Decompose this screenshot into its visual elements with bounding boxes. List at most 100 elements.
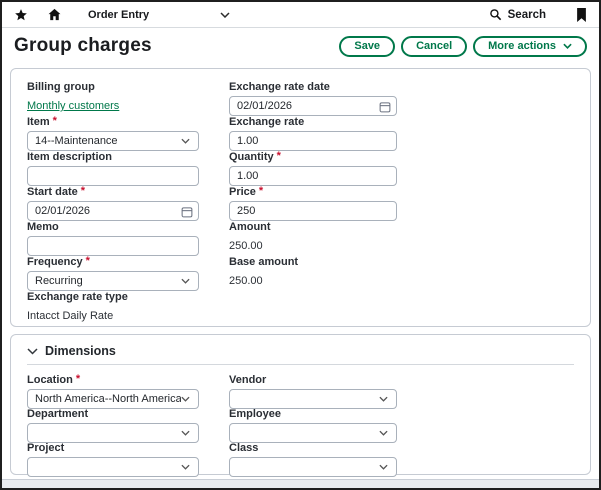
project-select[interactable] [27, 457, 199, 477]
frequency-select-value: Recurring [35, 275, 83, 287]
calendar-icon[interactable] [379, 100, 391, 118]
billing-group-label: Billing group [27, 81, 95, 93]
chevron-down-icon [181, 138, 190, 144]
save-button-label: Save [354, 40, 380, 52]
field-price: Price * [229, 186, 397, 221]
required-marker: * [277, 151, 281, 161]
required-marker: * [81, 186, 85, 196]
field-project: Project [27, 442, 199, 476]
field-vendor: Vendor [229, 374, 397, 408]
bookmark-icon[interactable] [576, 8, 587, 22]
base-amount-label: Base amount [229, 256, 298, 268]
dimensions-card: Dimensions Location * North America--Nor… [10, 334, 591, 475]
field-start-date: Start date * [27, 186, 199, 221]
chevron-down-icon [379, 396, 388, 402]
project-label: Project [27, 442, 64, 454]
price-label: Price [229, 186, 256, 198]
field-quantity: Quantity * [229, 151, 397, 186]
chevron-down-icon [220, 12, 230, 18]
employee-select[interactable] [229, 423, 397, 443]
exchange-rate-date-label: Exchange rate date [229, 81, 330, 93]
application-menu[interactable]: Order Entry [88, 9, 230, 21]
amount-value: 250.00 [229, 236, 397, 252]
class-select[interactable] [229, 457, 397, 477]
field-exchange-rate-date: Exchange rate date [229, 81, 397, 116]
class-label: Class [229, 442, 258, 454]
topbar: Order Entry Search [2, 2, 599, 28]
cancel-button-label: Cancel [416, 40, 452, 52]
vendor-label: Vendor [229, 374, 266, 386]
content-area: Billing group Monthly customers Exchange… [2, 66, 599, 475]
calendar-icon[interactable] [181, 205, 193, 223]
exchange-rate-type-label: Exchange rate type [27, 291, 128, 303]
chevron-down-icon [181, 430, 190, 436]
field-item-description: Item description [27, 151, 199, 186]
item-description-label: Item description [27, 151, 112, 163]
quantity-input[interactable] [229, 166, 397, 186]
field-billing-group: Billing group Monthly customers [27, 81, 199, 116]
employee-label: Employee [229, 408, 281, 420]
chevron-down-icon [181, 278, 190, 284]
item-description-input[interactable] [27, 166, 199, 186]
frequency-select[interactable]: Recurring [27, 271, 199, 291]
chevron-down-icon [379, 464, 388, 470]
field-amount: Amount 250.00 [229, 221, 397, 256]
frequency-label: Frequency [27, 256, 83, 268]
price-input[interactable] [229, 201, 397, 221]
exchange-rate-type-value: Intacct Daily Rate [27, 306, 199, 322]
chevron-down-icon [181, 396, 190, 402]
dimensions-section-title: Dimensions [45, 344, 116, 358]
search-label: Search [508, 9, 546, 21]
base-amount-value: 250.00 [229, 271, 397, 287]
field-frequency: Frequency * Recurring [27, 256, 199, 291]
chevron-down-icon [379, 430, 388, 436]
field-class: Class [229, 442, 397, 476]
app-window: Order Entry Search Group charges Save Ca… [0, 0, 601, 490]
exchange-rate-input[interactable] [229, 131, 397, 151]
more-actions-label: More actions [488, 40, 556, 52]
field-exchange-rate-type: Exchange rate type Intacct Daily Rate [27, 291, 199, 326]
vendor-select[interactable] [229, 389, 397, 409]
chevron-down-icon [181, 464, 190, 470]
field-employee: Employee [229, 408, 397, 442]
location-select[interactable]: North America--North America [27, 389, 199, 409]
save-button[interactable]: Save [339, 36, 395, 57]
page-title: Group charges [14, 35, 152, 57]
item-label: Item [27, 116, 50, 128]
amount-label: Amount [229, 221, 271, 233]
required-marker: * [86, 256, 90, 266]
field-location: Location * North America--North America [27, 374, 199, 408]
field-exchange-rate: Exchange rate [229, 116, 397, 151]
field-base-amount: Base amount 250.00 [229, 256, 397, 291]
billing-group-link[interactable]: Monthly customers [27, 97, 119, 112]
cancel-button[interactable]: Cancel [401, 36, 467, 57]
department-label: Department [27, 408, 88, 420]
memo-label: Memo [27, 221, 59, 233]
footer-strip [2, 479, 599, 488]
chevron-down-icon [563, 43, 572, 49]
required-marker: * [76, 374, 80, 384]
search-button[interactable]: Search [489, 8, 546, 21]
dimensions-section-toggle[interactable]: Dimensions [27, 344, 574, 365]
page-header: Group charges Save Cancel More actions [2, 28, 599, 66]
field-item: Item * 14--Maintenance [27, 116, 199, 151]
required-marker: * [259, 186, 263, 196]
charge-form-card: Billing group Monthly customers Exchange… [10, 68, 591, 327]
chevron-down-icon [27, 348, 38, 355]
item-select[interactable]: 14--Maintenance [27, 131, 199, 151]
application-menu-label: Order Entry [88, 9, 149, 21]
header-actions: Save Cancel More actions [339, 36, 587, 57]
department-select[interactable] [27, 423, 199, 443]
more-actions-button[interactable]: More actions [473, 36, 587, 57]
home-icon[interactable] [47, 7, 62, 22]
item-select-value: 14--Maintenance [35, 135, 118, 147]
memo-input[interactable] [27, 236, 199, 256]
exchange-rate-label: Exchange rate [229, 116, 304, 128]
field-memo: Memo [27, 221, 199, 256]
start-date-input[interactable] [27, 201, 199, 221]
favorite-star-icon[interactable] [14, 8, 28, 22]
field-department: Department [27, 408, 199, 442]
quantity-label: Quantity [229, 151, 274, 163]
exchange-rate-date-input[interactable] [229, 96, 397, 116]
required-marker: * [53, 116, 57, 126]
